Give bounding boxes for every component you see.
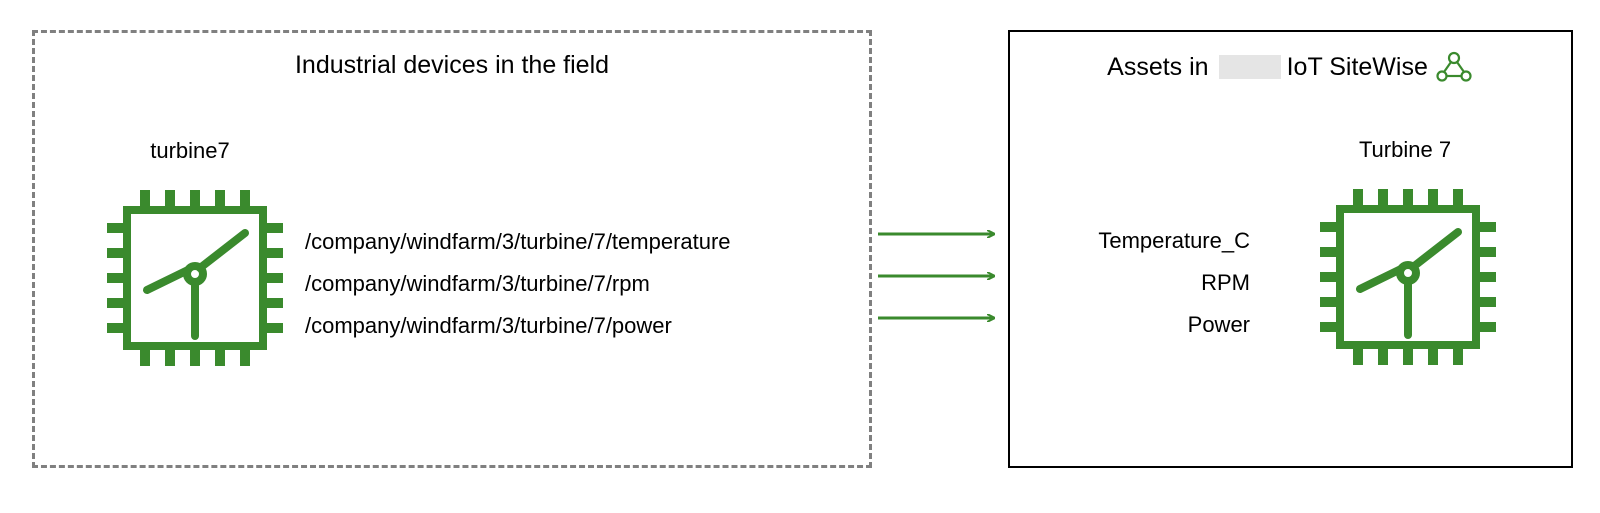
asset-property-list: Temperature_C RPM Power <box>1040 220 1250 346</box>
field-devices-title: Industrial devices in the field <box>35 51 869 80</box>
asset-chip-icon <box>1308 177 1508 382</box>
data-stream-list: /company/windfarm/3/turbine/7/temperatur… <box>305 221 731 347</box>
sitewise-title-suffix: IoT SiteWise <box>1287 53 1428 82</box>
asset-prop-power: Power <box>1040 304 1250 346</box>
sitewise-service-icon <box>1434 50 1474 84</box>
redacted-vendor-box <box>1219 55 1281 79</box>
data-stream-power: /company/windfarm/3/turbine/7/power <box>305 305 731 347</box>
data-stream-temperature: /company/windfarm/3/turbine/7/temperatur… <box>305 221 731 263</box>
sitewise-assets-title: Assets in IoT SiteWise <box>1010 50 1571 84</box>
turbine-chip-icon <box>95 178 295 383</box>
sitewise-title-prefix: Assets in <box>1107 53 1208 82</box>
asset-turbine7-label: Turbine 7 <box>1305 137 1505 163</box>
asset-prop-rpm: RPM <box>1040 262 1250 304</box>
device-turbine7-label: turbine7 <box>90 138 290 164</box>
asset-prop-temperature: Temperature_C <box>1040 220 1250 262</box>
sitewise-assets-panel: Assets in IoT SiteWise Turbine 7 Tempera… <box>1008 30 1573 468</box>
mapping-arrows <box>878 220 998 330</box>
data-stream-rpm: /company/windfarm/3/turbine/7/rpm <box>305 263 731 305</box>
field-devices-panel: Industrial devices in the field turbine7 <box>32 30 872 468</box>
